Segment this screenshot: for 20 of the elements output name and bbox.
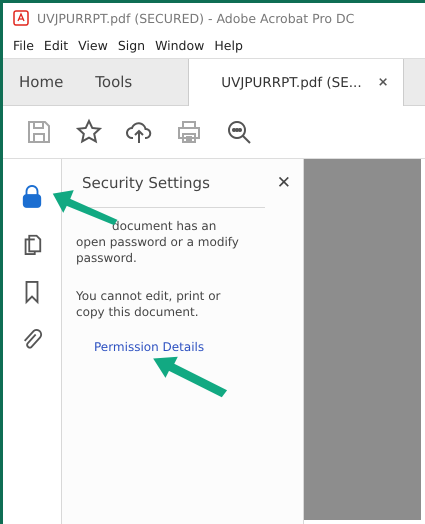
tab[interactable]: UVJPURRPT.pdf (SE... ×	[188, 59, 404, 106]
menu-item[interactable]: Edit	[44, 38, 68, 53]
menu-item[interactable]: Window	[155, 38, 204, 53]
pdf-file-icon	[13, 10, 29, 26]
menu-item[interactable]: View	[78, 38, 108, 53]
menu-item[interactable]: File	[13, 38, 34, 53]
close-icon[interactable]: ✕	[276, 173, 291, 193]
find-icon[interactable]	[225, 118, 253, 146]
star-icon[interactable]	[75, 118, 103, 146]
window-title: UVJPURRPT.pdf (SECURED) - Adobe Acrobat Pro DC	[37, 10, 354, 26]
menu-item[interactable]: Sign	[118, 38, 146, 53]
permission-details-link[interactable]: Permission Details	[94, 340, 204, 354]
tab[interactable]: Tools	[79, 59, 148, 105]
message-text: You cannot edit, print or copy this document.	[76, 288, 222, 320]
message-text: document has an open password or a modify password.	[76, 218, 240, 266]
close-icon[interactable]: ×	[378, 75, 389, 90]
menu-item[interactable]: Help	[214, 38, 243, 53]
tab[interactable]: Home	[3, 59, 80, 105]
panel-title: Security Settings	[82, 174, 210, 192]
lock-icon[interactable]	[21, 183, 43, 209]
